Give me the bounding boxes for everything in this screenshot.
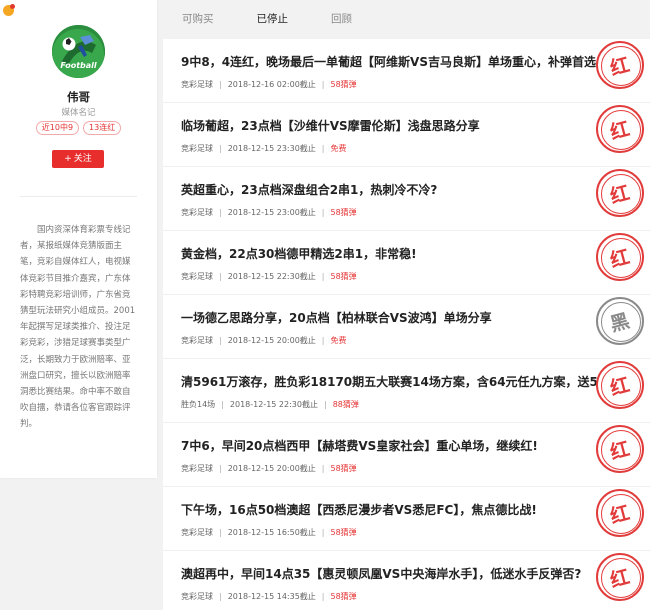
result-stamp-icon: 红 bbox=[596, 425, 644, 473]
item-price: 免费 bbox=[330, 336, 347, 345]
achievement-tag: 13连红 bbox=[83, 121, 122, 135]
item-deadline: 2018-12-15 20:00截止 bbox=[227, 464, 316, 473]
plus-icon: + bbox=[64, 154, 72, 164]
item-category: 竞彩足球 bbox=[181, 272, 213, 281]
tab-review[interactable]: 回顾 bbox=[331, 11, 352, 26]
status-tabs: 可购买 已停止 回顾 bbox=[163, 0, 650, 36]
item-title[interactable]: 清5961万滚存，胜负彩18170期五大联赛14场方案，含64元任九方案，送5场… bbox=[181, 373, 634, 390]
item-meta: 竞彩足球 | 2018-12-15 20:00截止 | 58猜弹 bbox=[181, 464, 357, 473]
result-stamp-icon: 黑 bbox=[596, 297, 644, 345]
result-stamp-icon: 红 bbox=[596, 41, 644, 89]
item-title[interactable]: 英超重心，23点档深盘组合2串1，热刺冷不冷? bbox=[181, 181, 437, 198]
item-deadline: 2018-12-15 23:30截止 bbox=[227, 144, 316, 153]
item-price: 58猜弹 bbox=[330, 80, 357, 89]
follow-label: 关注 bbox=[73, 154, 92, 164]
item-title[interactable]: 黄金档，22点30档德甲精选2串1，非常稳! bbox=[181, 245, 417, 262]
follow-button[interactable]: + 关注 bbox=[52, 150, 104, 168]
result-stamp-icon: 红 bbox=[596, 553, 644, 601]
result-stamp-icon: 红 bbox=[596, 105, 644, 153]
list-item[interactable]: 下午场，16点50档澳超【西悉尼漫步者VS悉尼FC】，焦点德比战! 竞彩足球 | 2… bbox=[163, 487, 650, 551]
result-stamp-icon: 红 bbox=[596, 361, 644, 409]
item-category: 竞彩足球 bbox=[181, 80, 213, 89]
list-item[interactable]: 7中6，早间20点档西甲【赫塔费VS皇家社会】重心单场，继续红! 竞彩足球 | 20… bbox=[163, 423, 650, 487]
item-price: 58猜弹 bbox=[330, 592, 357, 601]
item-meta: 竞彩足球 | 2018-12-15 14:35截止 | 58猜弹 bbox=[181, 592, 357, 601]
item-price: 免费 bbox=[330, 144, 347, 153]
item-deadline: 2018-12-15 22:30截止 bbox=[229, 400, 318, 409]
list-item[interactable]: 澳超再中，早间14点35【惠灵顿凤凰VS中央海岸水手】，低迷水手反弹否? 竞彩足… bbox=[163, 551, 650, 610]
profile-sidebar: Football 伟哥 媒体名记 近10中9 13连红 + 关注 国内资深体育彩票… bbox=[0, 0, 157, 478]
list-item[interactable]: 黄金档，22点30档德甲精选2串1，非常稳! 竞彩足球 | 2018-12-15 2… bbox=[163, 231, 650, 295]
item-category: 竞彩足球 bbox=[181, 464, 213, 473]
item-title[interactable]: 澳超再中，早间14点35【惠灵顿凤凰VS中央海岸水手】，低迷水手反弹否? bbox=[181, 565, 581, 582]
item-meta: 竞彩足球 | 2018-12-15 23:30截止 | 免费 bbox=[181, 144, 347, 153]
result-stamp-icon: 红 bbox=[596, 169, 644, 217]
item-category: 竞彩足球 bbox=[181, 208, 213, 217]
item-meta: 竞彩足球 | 2018-12-15 16:50截止 | 58猜弹 bbox=[181, 528, 357, 537]
item-deadline: 2018-12-16 02:00截止 bbox=[227, 80, 316, 89]
item-title[interactable]: 7中6，早间20点档西甲【赫塔费VS皇家社会】重心单场，继续红! bbox=[181, 437, 538, 454]
item-title[interactable]: 一场德乙思路分享，20点档【柏林联合VS波鸿】单场分享 bbox=[181, 309, 492, 326]
article-list: 9中8，4连红，晚场最后一单葡超【阿维斯VS吉马良斯】单场重心，补弹首选！ 竞彩… bbox=[163, 39, 650, 610]
achievement-tags: 近10中9 13连红 bbox=[0, 121, 157, 135]
item-price: 58猜弹 bbox=[330, 528, 357, 537]
list-item[interactable]: 9中8，4连红，晚场最后一单葡超【阿维斯VS吉马良斯】单场重心，补弹首选！ 竞彩… bbox=[163, 39, 650, 103]
item-meta: 竞彩足球 | 2018-12-15 23:00截止 | 58猜弹 bbox=[181, 208, 357, 217]
item-meta: 竞彩足球 | 2018-12-15 20:00截止 | 免费 bbox=[181, 336, 347, 345]
divider bbox=[20, 196, 137, 197]
item-deadline: 2018-12-15 22:30截止 bbox=[227, 272, 316, 281]
avatar[interactable]: Football bbox=[52, 25, 105, 78]
item-price: 58猜弹 bbox=[330, 272, 357, 281]
user-title: 媒体名记 bbox=[61, 108, 96, 118]
item-meta: 胜负14场 | 2018-12-15 22:30截止 | 88猜弹 bbox=[181, 400, 359, 409]
list-item[interactable]: 临场葡超，23点档【沙维什VS摩雷伦斯】浅盘思路分享 竞彩足球 | 2018-12-… bbox=[163, 103, 650, 167]
item-title[interactable]: 9中8，4连红，晚场最后一单葡超【阿维斯VS吉马良斯】单场重心，补弹首选！ bbox=[181, 53, 608, 70]
app-badge-icon[interactable] bbox=[3, 4, 15, 16]
result-stamp-icon: 红 bbox=[596, 233, 644, 281]
item-price: 58猜弹 bbox=[330, 208, 357, 217]
football-avatar-icon: Football bbox=[52, 25, 105, 78]
list-item[interactable]: 英超重心，23点档深盘组合2串1，热刺冷不冷? 竞彩足球 | 2018-12-15 … bbox=[163, 167, 650, 231]
item-meta: 竞彩足球 | 2018-12-15 22:30截止 | 58猜弹 bbox=[181, 272, 357, 281]
item-meta: 竞彩足球 | 2018-12-16 02:00截止 | 58猜弹 bbox=[181, 80, 357, 89]
item-title[interactable]: 下午场，16点50档澳超【西悉尼漫步者VS悉尼FC】，焦点德比战! bbox=[181, 501, 537, 518]
item-category: 竞彩足球 bbox=[181, 528, 213, 537]
list-item[interactable]: 清5961万滚存，胜负彩18170期五大联赛14场方案，含64元任九方案，送5场… bbox=[163, 359, 650, 423]
item-deadline: 2018-12-15 20:00截止 bbox=[227, 336, 316, 345]
item-category: 竞彩足球 bbox=[181, 144, 213, 153]
item-deadline: 2018-12-15 14:35截止 bbox=[227, 592, 316, 601]
item-category: 竞彩足球 bbox=[181, 336, 213, 345]
list-item[interactable]: 一场德乙思路分享，20点档【柏林联合VS波鸿】单场分享 竞彩足球 | 2018-12… bbox=[163, 295, 650, 359]
user-name[interactable]: 伟哥 bbox=[0, 89, 157, 105]
tab-stopped[interactable]: 已停止 bbox=[257, 11, 289, 26]
item-price: 88猜弹 bbox=[332, 400, 359, 409]
item-deadline: 2018-12-15 16:50截止 bbox=[227, 528, 316, 537]
avatar-text: Football bbox=[60, 61, 97, 70]
item-category: 胜负14场 bbox=[181, 400, 216, 409]
result-stamp-icon: 红 bbox=[596, 489, 644, 537]
item-title[interactable]: 临场葡超，23点档【沙维什VS摩雷伦斯】浅盘思路分享 bbox=[181, 117, 480, 134]
user-bio: 国内资深体育彩票专线记者，某报纸媒体竞猜版面主笔，竞彩自媒体红人，电视媒体竞彩节… bbox=[20, 225, 136, 430]
achievement-tag: 近10中9 bbox=[35, 121, 80, 135]
item-deadline: 2018-12-15 23:00截止 bbox=[227, 208, 316, 217]
item-category: 竞彩足球 bbox=[181, 592, 213, 601]
tab-purchasable[interactable]: 可购买 bbox=[182, 11, 214, 26]
item-price: 58猜弹 bbox=[330, 464, 357, 473]
